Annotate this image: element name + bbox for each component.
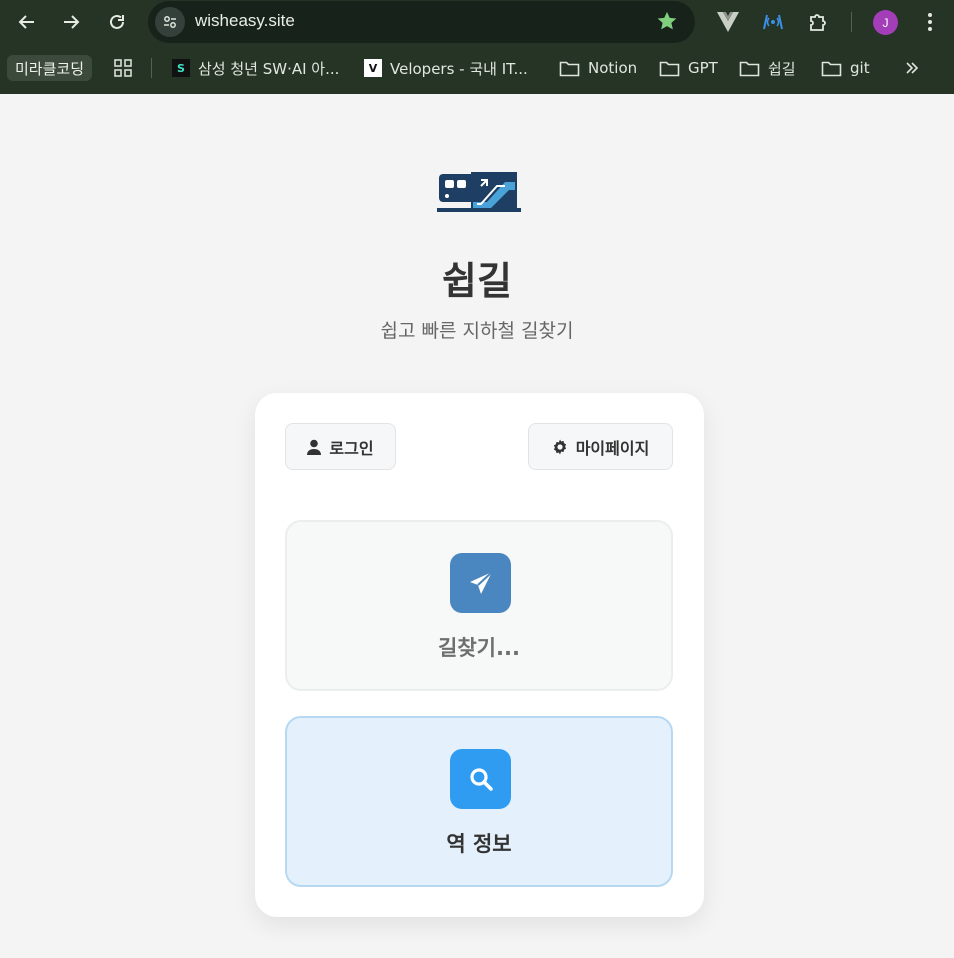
bookmark-folder[interactable]: GPT: [659, 52, 718, 84]
back-button[interactable]: [11, 6, 43, 38]
paper-plane-icon: [450, 553, 511, 613]
arrow-left-icon: [18, 15, 34, 29]
wireless-extension-icon[interactable]: [759, 8, 787, 36]
bookmark-label: git: [850, 59, 870, 77]
profile-avatar[interactable]: J: [873, 10, 898, 35]
folder-icon: [821, 61, 842, 76]
find-route-label: 길찾기...: [438, 636, 520, 660]
page-title: 쉽길: [442, 259, 512, 303]
page-subtitle: 쉽고 빠른 지하철 길찾기: [380, 320, 574, 342]
station-info-label: 역 정보: [446, 832, 512, 856]
find-route-card[interactable]: 길찾기...: [285, 520, 673, 691]
bookmark-label: GPT: [688, 59, 718, 77]
subway-escalator-logo-icon: [437, 168, 521, 214]
apps-grid-icon[interactable]: [114, 52, 132, 84]
browser-toolbar: wisheasy.site J 미라클코딩 S 삼성 청년 SW·AI 아...…: [0, 0, 954, 94]
more-menu-icon[interactable]: [916, 8, 944, 36]
bookmark-item[interactable]: S 삼성 청년 SW·AI 아...: [172, 52, 339, 84]
samsung-favicon: S: [172, 59, 190, 77]
more-bookmarks-chevron-icon[interactable]: [904, 52, 920, 84]
velopers-favicon: V: [364, 59, 382, 77]
reload-icon: [110, 14, 124, 29]
main-card: 로그인 마이페이지 길찾기... 역 정보: [255, 393, 704, 917]
mypage-label: 마이페이지: [575, 438, 650, 458]
toolbar-divider: [851, 12, 852, 32]
bookmark-folder[interactable]: Notion: [559, 52, 637, 84]
forward-button[interactable]: [55, 6, 87, 38]
bookmark-label: 쉽길: [768, 59, 796, 78]
login-button[interactable]: 로그인: [285, 423, 396, 470]
vue-devtools-extension-icon[interactable]: [714, 8, 742, 36]
address-bar[interactable]: wisheasy.site: [148, 1, 695, 43]
url-text[interactable]: wisheasy.site: [195, 11, 295, 31]
bookmark-star-icon[interactable]: [656, 10, 678, 36]
bookmark-folder[interactable]: 쉽길: [739, 52, 796, 84]
bookmarks-divider: [151, 58, 152, 78]
arrow-right-icon: [64, 15, 80, 29]
extensions-puzzle-icon[interactable]: [805, 8, 833, 36]
bookmark-label: Notion: [588, 59, 638, 77]
bookmark-pill[interactable]: 미라클코딩: [7, 55, 93, 81]
user-icon: [307, 439, 322, 455]
mypage-button[interactable]: 마이페이지: [528, 423, 673, 470]
folder-icon: [559, 61, 580, 76]
tune-icon: [164, 16, 176, 28]
bookmark-label: 삼성 청년 SW·AI 아...: [198, 59, 340, 78]
login-label: 로그인: [329, 438, 374, 458]
search-icon: [450, 749, 511, 809]
bookmarks-bar: 미라클코딩 S 삼성 청년 SW·AI 아... V Velopers - 국내…: [0, 52, 954, 84]
reload-button[interactable]: [101, 6, 133, 38]
gear-icon: [553, 439, 566, 454]
bookmark-item[interactable]: V Velopers - 국내 IT...: [364, 52, 528, 84]
folder-icon: [739, 61, 760, 76]
station-info-card[interactable]: 역 정보: [285, 716, 673, 887]
bookmark-label: Velopers - 국내 IT...: [390, 59, 528, 78]
site-info-button[interactable]: [155, 7, 185, 37]
bookmark-folder[interactable]: git: [821, 52, 870, 84]
folder-icon: [659, 61, 680, 76]
